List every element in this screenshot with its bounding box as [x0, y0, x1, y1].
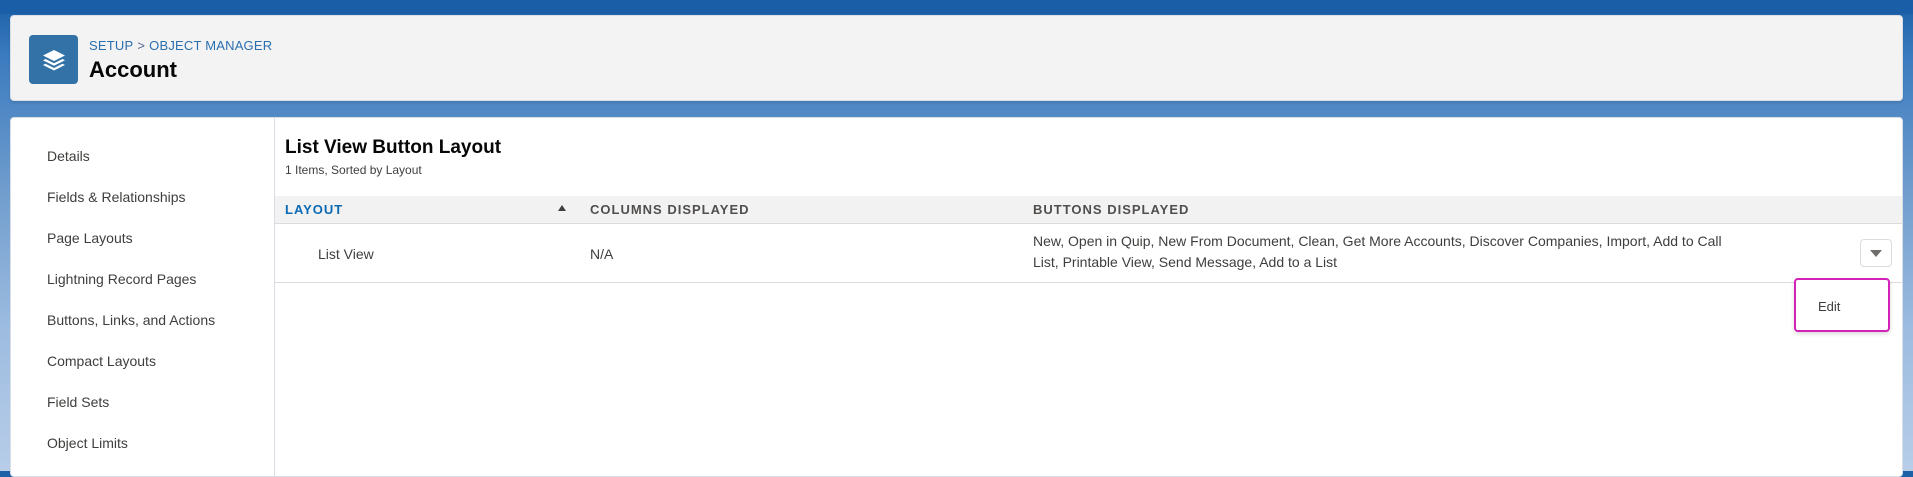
chevron-down-icon — [1870, 249, 1882, 257]
sidebar-item-fields-relationships[interactable]: Fields & Relationships — [47, 189, 186, 205]
cell-layout: List View — [318, 246, 374, 262]
sort-ascending-icon[interactable] — [558, 205, 566, 211]
cell-columns-displayed: N/A — [590, 246, 614, 262]
object-header: SETUP > OBJECT MANAGER Account — [10, 15, 1903, 101]
list-view-content: List View Button Layout 1 Items, Sorted … — [275, 118, 1902, 476]
sidebar-item-object-limits[interactable]: Object Limits — [47, 435, 128, 451]
page-title: Account — [89, 57, 177, 82]
sidebar-item-field-sets[interactable]: Field Sets — [47, 394, 109, 410]
breadcrumb-setup-link[interactable]: SETUP — [89, 38, 133, 53]
breadcrumb-object-manager-link[interactable]: OBJECT MANAGER — [149, 38, 272, 53]
row-actions-button[interactable] — [1860, 239, 1892, 267]
column-header-columns-displayed[interactable]: COLUMNS DISPLAYED — [590, 202, 750, 217]
table-row: List View N/A New, Open in Quip, New Fro… — [275, 223, 1902, 283]
top-banner — [0, 0, 1913, 14]
buttons-displayed-line-1: New, Open in Quip, New From Document, Cl… — [1033, 233, 1722, 249]
object-sidebar: Details Fields & Relationships Page Layo… — [11, 118, 275, 476]
list-title: List View Button Layout — [285, 137, 502, 158]
breadcrumb-separator: > — [137, 38, 146, 53]
breadcrumb: SETUP > OBJECT MANAGER — [89, 38, 272, 53]
sidebar-item-details[interactable]: Details — [47, 148, 90, 164]
buttons-displayed-line-2: List, Printable View, Send Message, Add … — [1033, 254, 1338, 270]
main-panel: Details Fields & Relationships Page Layo… — [10, 117, 1903, 477]
list-subtitle: 1 Items, Sorted by Layout — [285, 163, 422, 177]
sidebar-item-page-layouts[interactable]: Page Layouts — [47, 230, 133, 246]
cell-buttons-displayed: New, Open in Quip, New From Document, Cl… — [1033, 231, 1753, 273]
table-header: LAYOUT COLUMNS DISPLAYED BUTTONS DISPLAY… — [275, 196, 1902, 224]
menu-item-edit[interactable]: Edit — [1818, 299, 1840, 314]
sidebar-item-buttons-links-actions[interactable]: Buttons, Links, and Actions — [47, 312, 215, 328]
column-header-layout[interactable]: LAYOUT — [285, 202, 343, 217]
sidebar-item-compact-layouts[interactable]: Compact Layouts — [47, 353, 156, 369]
sidebar-item-lightning-record-pages[interactable]: Lightning Record Pages — [47, 271, 196, 287]
column-header-buttons-displayed[interactable]: BUTTONS DISPLAYED — [1033, 202, 1189, 217]
layers-icon — [29, 35, 78, 84]
row-actions-menu: Edit — [1794, 278, 1890, 332]
